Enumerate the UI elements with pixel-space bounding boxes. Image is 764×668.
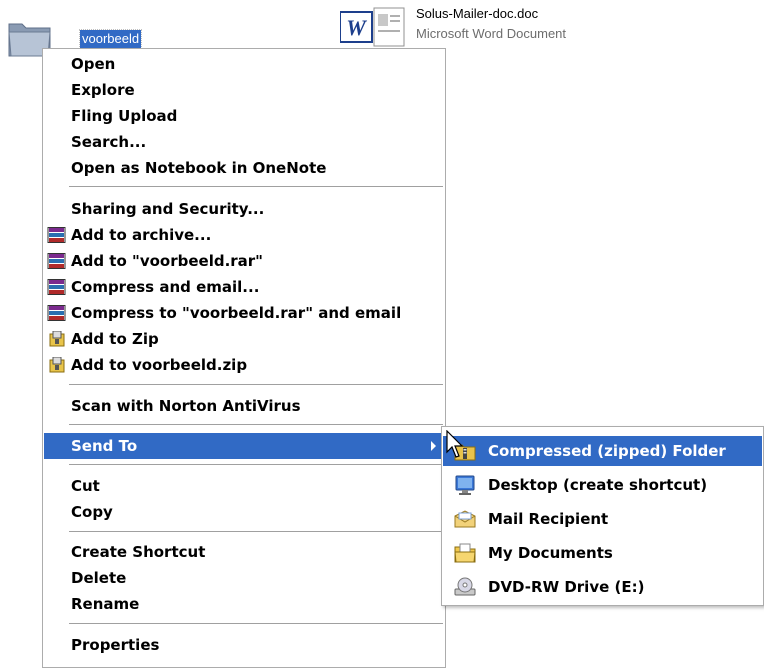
menu-item-fling-upload[interactable]: Fling Upload	[44, 103, 444, 129]
menu-item-label: Compress and email...	[71, 278, 260, 296]
menu-separator	[69, 623, 443, 624]
send-to-dvd-drive[interactable]: DVD-RW Drive (E:)	[443, 572, 762, 602]
menu-item-label: Add to voorbeeld.zip	[71, 356, 248, 374]
winzip-icon	[49, 331, 65, 347]
submenu-item-label: Mail Recipient	[488, 510, 609, 528]
menu-item-add-to-rar[interactable]: Add to "voorbeeld.rar"	[44, 248, 444, 274]
svg-text:W: W	[346, 15, 367, 40]
menu-separator	[69, 384, 443, 385]
menu-item-add-to-zip[interactable]: Add to Zip	[44, 326, 444, 352]
send-to-submenu: Compressed (zipped) Folder Desktop (crea…	[441, 426, 764, 606]
submenu-item-label: Desktop (create shortcut)	[488, 476, 708, 494]
menu-item-norton-scan[interactable]: Scan with Norton AntiVirus	[44, 393, 444, 419]
menu-item-compress-rar-email[interactable]: Compress to "voorbeeld.rar" and email	[44, 300, 444, 326]
mouse-cursor-icon	[446, 430, 464, 458]
menu-separator	[69, 464, 443, 465]
menu-separator	[69, 531, 443, 532]
submenu-item-label: My Documents	[488, 544, 613, 562]
menu-item-label: Add to "voorbeeld.rar"	[71, 252, 263, 270]
menu-item-create-shortcut[interactable]: Create Shortcut	[44, 539, 444, 565]
menu-item-explore[interactable]: Explore	[44, 77, 444, 103]
word-document-icon: W	[340, 7, 405, 47]
document-name: Solus-Mailer-doc.doc	[416, 6, 539, 21]
menu-item-label: Send To	[71, 437, 138, 455]
menu-item-add-to-voorbeeld-zip[interactable]: Add to voorbeeld.zip	[44, 352, 444, 378]
document-type: Microsoft Word Document	[416, 26, 567, 41]
menu-item-search[interactable]: Search...	[44, 129, 444, 155]
menu-item-copy[interactable]: Copy	[44, 499, 444, 525]
desktop-icon	[455, 475, 475, 495]
dvd-drive-icon	[454, 577, 476, 596]
menu-separator	[69, 424, 443, 425]
folder-label[interactable]: voorbeeld	[78, 29, 143, 49]
menu-item-rename[interactable]: Rename	[44, 591, 444, 617]
send-to-desktop[interactable]: Desktop (create shortcut)	[443, 470, 762, 500]
menu-item-open-onenote[interactable]: Open as Notebook in OneNote	[44, 155, 444, 181]
winrar-icon	[47, 227, 66, 243]
winrar-icon	[47, 253, 66, 269]
menu-item-add-to-archive[interactable]: Add to archive...	[44, 222, 444, 248]
submenu-item-label: Compressed (zipped) Folder	[488, 442, 726, 460]
menu-item-label: Compress to "voorbeeld.rar" and email	[71, 304, 402, 322]
my-documents-icon	[454, 543, 476, 563]
send-to-mail-recipient[interactable]: Mail Recipient	[443, 504, 762, 534]
send-to-compressed-folder[interactable]: Compressed (zipped) Folder	[443, 436, 762, 466]
submenu-item-label: DVD-RW Drive (E:)	[488, 578, 645, 596]
mail-recipient-icon	[454, 510, 476, 528]
menu-item-cut[interactable]: Cut	[44, 473, 444, 499]
menu-item-open[interactable]: Open	[44, 51, 444, 77]
context-menu: Open Explore Fling Upload Search... Open…	[42, 48, 446, 668]
menu-item-properties[interactable]: Properties	[44, 632, 444, 658]
menu-item-send-to[interactable]: Send To	[44, 433, 444, 459]
menu-item-compress-email[interactable]: Compress and email...	[44, 274, 444, 300]
menu-item-delete[interactable]: Delete	[44, 565, 444, 591]
submenu-arrow-icon	[431, 441, 436, 451]
menu-separator	[69, 186, 443, 187]
winzip-icon	[49, 357, 65, 373]
winrar-icon	[47, 279, 66, 295]
menu-item-label: Add to Zip	[71, 330, 159, 348]
menu-item-sharing-security[interactable]: Sharing and Security...	[44, 196, 444, 222]
send-to-my-documents[interactable]: My Documents	[443, 538, 762, 568]
menu-item-label: Add to archive...	[71, 226, 212, 244]
winrar-icon	[47, 305, 66, 321]
